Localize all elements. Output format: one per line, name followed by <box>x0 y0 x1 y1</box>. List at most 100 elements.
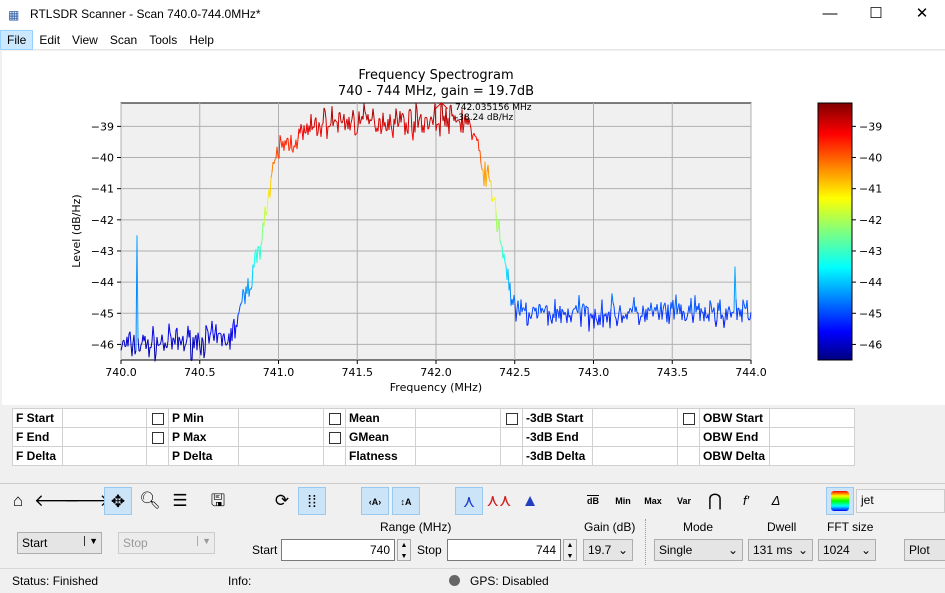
menu-edit[interactable]: Edit <box>33 31 66 49</box>
min-button[interactable]: Min <box>609 487 637 515</box>
y-tick-label: −42 <box>91 214 114 227</box>
dropdown-arrow-icon: ▼ <box>197 536 211 546</box>
measurement-row: F Delta P Delta Flatness -3dB Delta OBW Delt… <box>12 446 855 466</box>
measurement-checkbox[interactable] <box>151 431 164 444</box>
start-freq-label: Start <box>252 543 278 557</box>
measurement-value <box>238 408 324 428</box>
stop-scan-button[interactable]: Stop ▼ <box>118 532 215 554</box>
colormap-select[interactable]: jet <box>856 489 945 513</box>
fill-icon[interactable]: ▲ <box>516 487 544 515</box>
x-axis-label: Frequency (MHz) <box>390 381 482 394</box>
stop-scan-label: Stop <box>123 536 148 550</box>
peaks-icon[interactable]: ⋏⋏ <box>485 487 513 515</box>
x-tick-label: 744.0 <box>735 366 767 379</box>
y-tick-label: −41 <box>91 183 114 196</box>
dropdown-arrow-icon: ▼ <box>84 536 98 546</box>
back-arrow-icon[interactable]: 🡐 <box>34 487 80 515</box>
save-icon[interactable]: 🖫 <box>204 487 232 515</box>
measurement-label: -3dB End <box>522 427 593 447</box>
measurement-checkbox[interactable] <box>682 412 695 425</box>
measurement-checkbox[interactable] <box>328 412 341 425</box>
checkbox-cell <box>500 408 523 428</box>
spectrum-chart[interactable]: Frequency Spectrogram 740 - 744 MHz, gai… <box>2 51 945 405</box>
measurement-value <box>415 408 501 428</box>
stop-freq-input[interactable]: 744 <box>447 539 561 561</box>
menu-tools[interactable]: Tools <box>143 31 183 49</box>
y-tick-label: −44 <box>91 276 114 289</box>
sliders-icon[interactable]: ☰ <box>166 487 194 515</box>
measurement-row: F End P Max GMean -3dB End OBW End <box>12 427 855 447</box>
smooth-icon[interactable]: ⋂ <box>701 487 729 515</box>
chevron-down-icon: ⌄ <box>617 543 628 557</box>
measurement-label: P Min <box>168 408 239 428</box>
delta-icon[interactable]: Δ <box>762 487 790 515</box>
separator <box>645 519 646 565</box>
refresh-icon[interactable]: ⟳ <box>268 487 296 515</box>
close-button[interactable]: ✕ <box>899 0 945 30</box>
gps-status: GPS: Disabled <box>470 574 549 588</box>
menu-help[interactable]: Help <box>183 31 220 49</box>
stop-freq-spinner[interactable]: ▲ ▼ <box>563 539 577 561</box>
minimize-button[interactable]: — <box>807 0 853 30</box>
mode-select[interactable]: Single ⌄ <box>654 539 743 561</box>
colorbar-tick-label: −41 <box>859 183 882 196</box>
menu-view[interactable]: View <box>66 31 104 49</box>
colorbar-tick-label: −45 <box>859 307 882 320</box>
trace-segment <box>219 332 222 335</box>
measurement-checkbox[interactable] <box>151 412 164 425</box>
x-tick-label: 741.0 <box>263 366 295 379</box>
colorbar-tick-label: −42 <box>859 214 882 227</box>
colorbar-tick-label: −43 <box>859 245 882 258</box>
grid-icon[interactable]: ⁞⁞ <box>298 487 326 515</box>
checkbox-cell <box>500 446 523 466</box>
zoom-icon[interactable]: 🔍︎ <box>136 487 164 515</box>
trace-segment <box>526 324 529 326</box>
avg-db-button[interactable]: dB <box>579 487 607 515</box>
gain-select[interactable]: 19.7 ⌄ <box>583 539 633 561</box>
maximize-button[interactable]: ☐ <box>853 0 899 30</box>
measurement-value <box>592 427 678 447</box>
start-scan-button[interactable]: Start ▼ <box>17 532 102 554</box>
checkbox-cell <box>146 408 169 428</box>
status-text: Status: Finished <box>12 574 99 588</box>
home-icon[interactable]: ⌂ <box>4 487 32 515</box>
plot-button[interactable]: Plot <box>904 539 945 561</box>
app-icon: ▦ <box>8 8 20 22</box>
fft-size-select[interactable]: 1024 ⌄ <box>818 539 876 561</box>
var-button[interactable]: Var <box>670 487 698 515</box>
colorbar-tick-label: −40 <box>859 152 882 165</box>
x-tick-label: 743.0 <box>578 366 610 379</box>
menu-file[interactable]: File <box>0 30 34 50</box>
measurement-row: F Start P Min Mean -3dB Start OBW Start <box>12 408 855 428</box>
x-tick-label: 742.5 <box>499 366 531 379</box>
stop-freq-label: Stop <box>417 543 442 557</box>
measurement-label: GMean <box>345 427 416 447</box>
autoscale-x-icon[interactable]: ‹A› <box>361 487 389 515</box>
chevron-down-icon: ⌄ <box>797 543 808 557</box>
derivative-icon[interactable]: f′ <box>732 487 760 515</box>
plot-toolbar: ⌂ 🡐 🡒 ✥ 🔍︎ ☰ 🖫 ⟳ ⁞⁞ ‹A› ↕A ⋏ ⋏⋏ ▲ dB Min… <box>0 483 945 517</box>
measurement-checkbox[interactable] <box>328 431 341 444</box>
pan-icon[interactable]: ✥ <box>104 487 132 515</box>
start-freq-spinner[interactable]: ▲ ▼ <box>397 539 411 561</box>
plot-canvas[interactable]: Frequency Spectrogram 740 - 744 MHz, gai… <box>2 51 945 405</box>
dwell-select[interactable]: 131 ms ⌄ <box>748 539 813 561</box>
menu-scan[interactable]: Scan <box>104 31 143 49</box>
fft-size-label: FFT size <box>827 520 874 534</box>
peak-level-label: -38.24 dB/Hz <box>455 113 514 123</box>
measurement-label: Flatness <box>345 446 416 466</box>
forward-arrow-icon[interactable]: 🡒 <box>64 487 110 515</box>
max-button[interactable]: Max <box>639 487 667 515</box>
y-tick-label: −46 <box>91 338 114 351</box>
measurement-value <box>769 408 855 428</box>
chevron-down-icon: ⌄ <box>860 543 871 557</box>
colorbar-tick-label: −44 <box>859 276 882 289</box>
peak-marker-icon[interactable]: ⋏ <box>455 487 483 515</box>
measurement-checkbox[interactable] <box>505 412 518 425</box>
checkbox-cell <box>500 427 523 447</box>
autoscale-y-icon[interactable]: ↕A <box>392 487 420 515</box>
start-freq-input[interactable]: 740 <box>281 539 395 561</box>
start-scan-label: Start <box>22 536 48 550</box>
measurement-label: F Start <box>12 408 63 428</box>
colormap-icon[interactable] <box>826 487 854 515</box>
